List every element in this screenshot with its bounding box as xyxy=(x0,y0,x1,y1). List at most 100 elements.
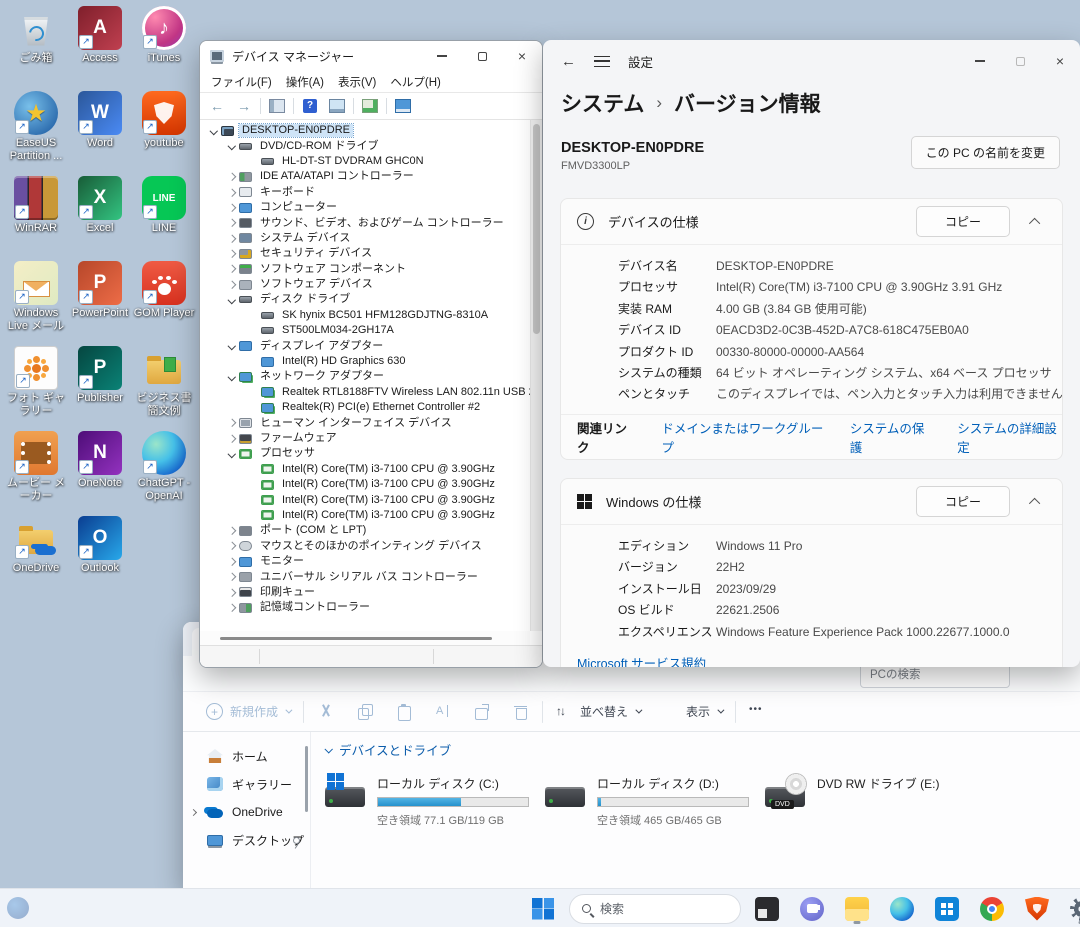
file-explorer-icon[interactable] xyxy=(838,893,876,925)
settings-link[interactable]: Microsoft サービス規約 xyxy=(577,653,1062,667)
expander-icon[interactable] xyxy=(224,277,239,292)
settings-link[interactable]: システムの詳細設定 xyxy=(957,418,1062,456)
close-button[interactable]: × xyxy=(502,41,542,71)
share-icon[interactable] xyxy=(464,697,499,726)
expander-icon[interactable] xyxy=(224,185,239,200)
tree-item[interactable]: Intel(R) Core(TM) i3-7100 CPU @ 3.90GHz xyxy=(200,477,530,492)
tree-item[interactable]: プロセッサ xyxy=(200,446,530,461)
toolbar-separator[interactable] xyxy=(260,98,261,114)
horizontal-scrollbar[interactable] xyxy=(200,631,530,645)
desktop-icon[interactable]: GOM Player xyxy=(132,261,196,346)
sidebar-item[interactable]: ギャラリー xyxy=(183,770,310,798)
tree-item[interactable]: DVD/CD-ROM ドライブ xyxy=(200,138,530,153)
breadcrumb-parent[interactable]: システム xyxy=(561,88,644,118)
maximize-button[interactable] xyxy=(462,41,502,71)
copy-icon[interactable] xyxy=(347,697,382,726)
expander-icon[interactable] xyxy=(224,539,239,554)
tree-item[interactable]: ポート (COM と LPT) xyxy=(200,523,530,538)
expander-icon[interactable] xyxy=(224,292,239,307)
edge-icon[interactable] xyxy=(883,893,921,925)
sidebar-item[interactable]: OneDrive xyxy=(183,798,310,826)
sidebar-item[interactable]: ホーム xyxy=(183,742,310,770)
expander-icon[interactable] xyxy=(224,200,239,215)
toolbar-separator[interactable] xyxy=(353,98,354,114)
tree-item[interactable]: Intel(R) Core(TM) i3-7100 CPU @ 3.90GHz xyxy=(200,508,530,523)
tree-item[interactable]: サウンド、ビデオ、およびゲーム コントローラー xyxy=(200,215,530,230)
tree-item[interactable]: ソフトウェア コンポーネント xyxy=(200,262,530,277)
drive-item[interactable]: DVD DVD RW ドライブ (E:) xyxy=(765,773,973,828)
tree-item[interactable]: 印刷キュー xyxy=(200,585,530,600)
desktop-icon[interactable]: A Access xyxy=(68,6,132,91)
tree-item[interactable]: ST500LM034-2GH17A xyxy=(200,323,530,338)
expander-icon[interactable] xyxy=(224,416,239,431)
menu-item[interactable]: ファイル(F) xyxy=(204,72,279,92)
expander-icon[interactable] xyxy=(206,123,221,138)
expander-icon[interactable] xyxy=(224,523,239,538)
taskbar-search-input[interactable]: 検索 xyxy=(569,894,741,924)
menu-item[interactable]: ヘルプ(H) xyxy=(383,72,447,92)
vertical-scrollbar[interactable] xyxy=(530,120,542,631)
tree-item[interactable]: Realtek(R) PCI(e) Ethernet Controller #2 xyxy=(200,400,530,415)
expander-icon[interactable] xyxy=(224,339,239,354)
desktop-icon[interactable]: OneDrive xyxy=(4,516,68,601)
tree-item[interactable]: Intel(R) Core(TM) i3-7100 CPU @ 3.90GHz xyxy=(200,492,530,507)
tree-item[interactable]: HL-DT-ST DVDRAM GHC0N xyxy=(200,154,530,169)
menu-item[interactable]: 表示(V) xyxy=(331,72,383,92)
drive-item[interactable]: ローカル ディスク (C:) 空き領域 77.1 GB/119 GB xyxy=(325,773,533,828)
expander-icon[interactable] xyxy=(224,216,239,231)
menu-item[interactable]: 操作(A) xyxy=(279,72,331,92)
tree-item[interactable]: ファームウェア xyxy=(200,431,530,446)
sidebar-item[interactable]: デスクトップ xyxy=(183,826,310,854)
desktop-icon[interactable]: ごみ箱 xyxy=(4,6,68,91)
toolbar-separator[interactable] xyxy=(293,98,294,114)
tree-item[interactable]: ヒューマン インターフェイス デバイス xyxy=(200,415,530,430)
more-button[interactable] xyxy=(740,697,775,726)
copy-button[interactable]: コピー xyxy=(916,206,1010,237)
properties-icon[interactable] xyxy=(326,95,348,117)
tree-item[interactable]: ディスク ドライブ xyxy=(200,292,530,307)
expander-icon[interactable] xyxy=(224,585,239,600)
tree-item[interactable]: Intel(R) HD Graphics 630 xyxy=(200,354,530,369)
settings-link[interactable]: システムの保護 xyxy=(850,418,931,456)
paste-icon[interactable] xyxy=(386,697,421,726)
desktop-icon[interactable]: LINE LINE xyxy=(132,176,196,261)
tree-item[interactable]: ソフトウェア デバイス xyxy=(200,277,530,292)
tree-item[interactable]: キーボード xyxy=(200,185,530,200)
rename-icon[interactable] xyxy=(425,697,460,726)
expander-icon[interactable] xyxy=(224,446,239,461)
hamburger-menu-icon[interactable] xyxy=(594,56,610,67)
sort-button[interactable]: 並べ替え xyxy=(547,697,649,726)
expander-icon[interactable] xyxy=(224,231,239,246)
expander-icon[interactable] xyxy=(224,246,239,261)
forward-icon[interactable]: → xyxy=(233,95,255,117)
tree-item[interactable]: 記憶域コントローラー xyxy=(200,600,530,615)
expander-icon[interactable] xyxy=(246,354,261,369)
expander-icon[interactable] xyxy=(246,385,261,400)
tree-item[interactable]: ディスプレイ アダプター xyxy=(200,338,530,353)
tree-item[interactable]: モニター xyxy=(200,554,530,569)
desktop-icon[interactable]: Windows Live メール xyxy=(4,261,68,346)
expander-icon[interactable] xyxy=(224,169,239,184)
expander-icon[interactable] xyxy=(246,462,261,477)
back-icon[interactable]: ← xyxy=(206,95,228,117)
tree-item[interactable]: Realtek RTL8188FTV Wireless LAN 802.11n … xyxy=(200,385,530,400)
delete-icon[interactable] xyxy=(503,697,538,726)
sidebar-scrollbar[interactable] xyxy=(305,746,308,812)
chrome-icon[interactable] xyxy=(973,893,1011,925)
start-button[interactable] xyxy=(524,893,562,925)
chat-icon[interactable] xyxy=(793,893,831,925)
desktop-icon[interactable]: P PowerPoint xyxy=(68,261,132,346)
tree-item[interactable]: Intel(R) Core(TM) i3-7100 CPU @ 3.90GHz xyxy=(200,462,530,477)
desktop-icon[interactable]: N OneNote xyxy=(68,431,132,516)
desktop-icon[interactable]: WinRAR xyxy=(4,176,68,261)
desktop-icon[interactable]: P Publisher xyxy=(68,346,132,431)
minimize-button[interactable] xyxy=(960,40,1000,82)
toolbar-separator[interactable] xyxy=(303,701,304,723)
tree-item[interactable]: システム デバイス xyxy=(200,231,530,246)
back-icon[interactable]: ← xyxy=(561,53,576,70)
desktop-icon[interactable]: X Excel xyxy=(68,176,132,261)
scan-hardware-icon[interactable] xyxy=(359,95,381,117)
expander-icon[interactable] xyxy=(246,323,261,338)
chevron-up-icon[interactable] xyxy=(1029,497,1040,508)
toolbar-separator[interactable] xyxy=(735,701,736,723)
